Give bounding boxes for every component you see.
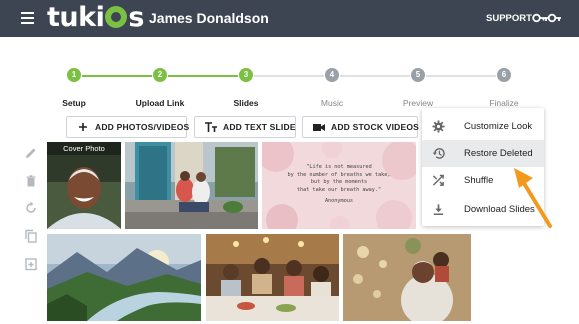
step-setup[interactable]: 1 Setup xyxy=(29,68,119,108)
hamburger-icon[interactable] xyxy=(21,12,34,24)
text-icon xyxy=(205,122,217,132)
step-label: Music xyxy=(320,98,344,108)
step-number: 4 xyxy=(325,68,339,82)
plus-icon xyxy=(79,123,87,131)
step-finalize[interactable]: 6 Finalize xyxy=(459,68,549,108)
button-label: ADD PHOTOS/VIDEOS xyxy=(95,122,190,132)
step-number: 6 xyxy=(497,68,511,82)
menu-item-label: Shuffle xyxy=(464,175,494,186)
step-slides[interactable]: 3 Slides xyxy=(201,68,291,108)
menu-item-customize-look[interactable]: Customize Look xyxy=(422,113,544,140)
logo-text-end: s xyxy=(128,2,144,33)
add-slide-icon[interactable] xyxy=(24,257,38,271)
step-music[interactable]: 4 Music xyxy=(287,68,377,108)
gear-icon xyxy=(432,120,445,133)
menu-item-label: Restore Deleted xyxy=(464,148,533,159)
quote-line: that take our breath away." xyxy=(296,186,382,193)
step-number: 2 xyxy=(153,68,167,82)
step-number: 3 xyxy=(239,68,253,82)
button-label: ADD STOCK VIDEOS xyxy=(331,122,420,132)
portrait-photo xyxy=(47,142,121,229)
add-text-slide-button[interactable]: ADD TEXT SLIDE xyxy=(194,116,296,138)
photo-slide[interactable] xyxy=(343,234,471,321)
quote-text: "Life is not measured by the number of b… xyxy=(262,164,416,194)
progress-stepper: 1 Setup 2 Upload Link 3 Slides 4 Music 5… xyxy=(0,62,579,108)
add-photos-videos-button[interactable]: ADD PHOTOS/VIDEOS xyxy=(66,116,190,138)
step-label: Setup xyxy=(62,98,86,108)
quote-line: "Life is not measured xyxy=(306,164,372,170)
shuffle-icon xyxy=(432,174,444,186)
video-camera-icon xyxy=(313,124,325,131)
key-icon[interactable] xyxy=(532,13,562,23)
step-label: Upload Link xyxy=(135,98,185,108)
quote-text-slide[interactable]: "Life is not measured by the number of b… xyxy=(262,142,416,229)
top-bar: tuki s James Donaldson SUPPORT xyxy=(0,0,579,37)
family-dinner-photo xyxy=(206,234,339,321)
cover-photo-slide[interactable]: Cover Photo xyxy=(47,142,121,229)
step-number: 1 xyxy=(67,68,81,82)
logo-text-start: tuki xyxy=(47,2,105,33)
grandfather-child-photo xyxy=(343,234,471,321)
quote-line: but by the moments xyxy=(310,179,368,185)
user-name: James Donaldson xyxy=(149,10,269,26)
step-number: 5 xyxy=(411,68,425,82)
quote-author: Anonymous xyxy=(324,198,354,204)
logo-o-mark xyxy=(105,6,128,28)
photo-slide[interactable] xyxy=(47,234,201,321)
step-label: Preview xyxy=(402,98,434,108)
history-icon xyxy=(432,148,445,159)
step-label: Slides xyxy=(233,98,259,108)
cover-photo-label: Cover Photo xyxy=(47,142,121,155)
photo-slide[interactable] xyxy=(206,234,339,321)
step-label: Finalize xyxy=(489,98,519,108)
photo-slide[interactable] xyxy=(125,142,258,229)
pointer-arrow xyxy=(514,168,552,228)
button-label: ADD TEXT SLIDE xyxy=(223,122,296,132)
tukios-logo[interactable]: tuki s xyxy=(47,3,144,33)
edit-icon[interactable] xyxy=(24,146,38,160)
quote-line: by the number of breaths we take, xyxy=(287,171,391,178)
support-link[interactable]: SUPPORT xyxy=(486,13,532,24)
mountain-river-photo xyxy=(47,234,201,321)
rotate-icon[interactable] xyxy=(24,201,38,215)
menu-item-label: Customize Look xyxy=(464,121,533,132)
add-stock-videos-button[interactable]: ADD STOCK VIDEOS xyxy=(302,116,420,138)
copy-icon[interactable] xyxy=(24,229,38,243)
step-preview[interactable]: 5 Preview xyxy=(373,68,463,108)
couple-porch-photo xyxy=(125,142,258,229)
trash-icon[interactable] xyxy=(24,174,38,188)
step-upload-link[interactable]: 2 Upload Link xyxy=(115,68,205,108)
download-icon xyxy=(433,204,444,215)
